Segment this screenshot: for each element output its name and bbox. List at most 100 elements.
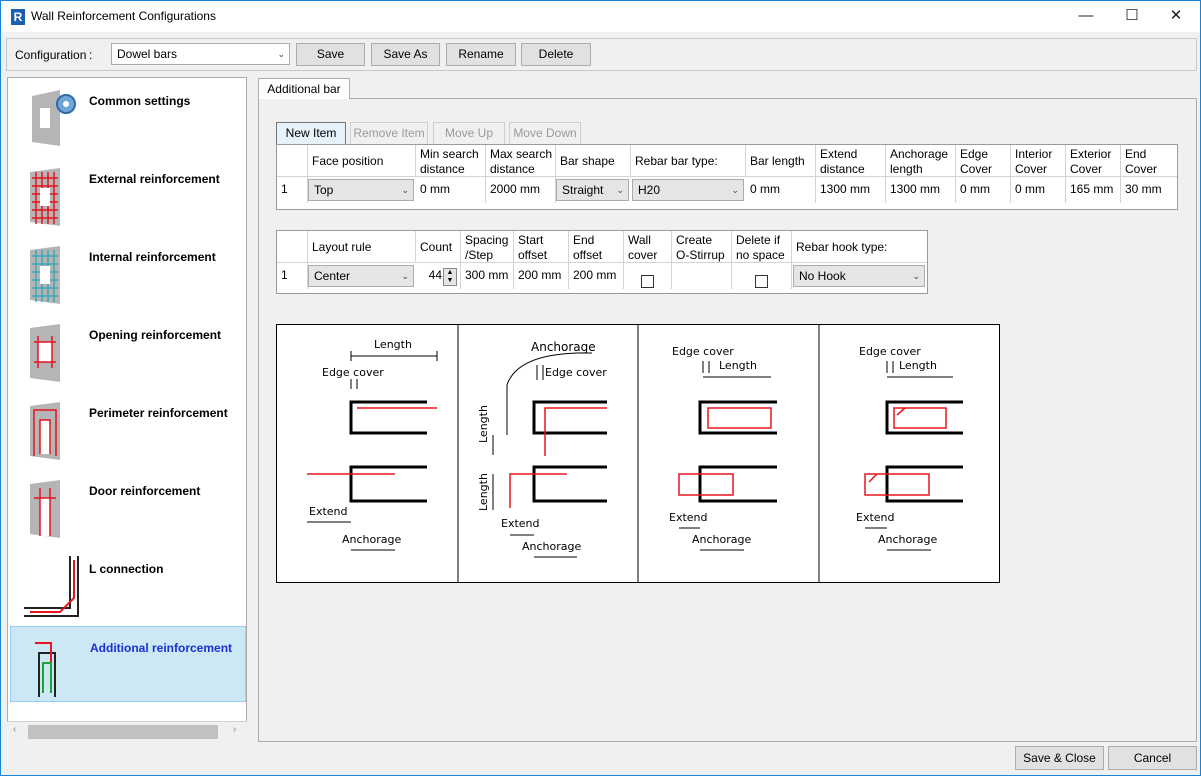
move-down-button[interactable]: Move Down bbox=[509, 122, 581, 145]
delete-button[interactable]: Delete bbox=[521, 43, 591, 66]
p1-edge-cover-label: Edge cover bbox=[322, 366, 384, 379]
end-offset-cell[interactable]: 200 mm bbox=[569, 263, 624, 289]
layout-settings-table: Layout rule Count Spacing /Step Start of… bbox=[276, 230, 928, 294]
chevron-down-icon: ⌄ bbox=[912, 271, 920, 281]
create-o-stirrup-cell bbox=[672, 263, 732, 289]
sidebar-item-label: Door reinforcement bbox=[89, 484, 201, 498]
bar-length-cell[interactable]: 0 mm bbox=[746, 177, 816, 203]
sidebar-item-external-reinforcement[interactable]: External reinforcement bbox=[10, 158, 246, 234]
rename-button[interactable]: Rename bbox=[446, 43, 516, 66]
remove-item-button[interactable]: Remove Item bbox=[350, 122, 428, 145]
count-spin-buttons[interactable]: ▲ ▼ bbox=[443, 268, 457, 286]
revit-app-icon: R bbox=[11, 9, 25, 25]
sidebar-item-label: External reinforcement bbox=[89, 172, 220, 186]
col-edge-cover: Edge Cover bbox=[956, 145, 1011, 177]
sidebar-horizontal-scrollbar[interactable]: ‹ › bbox=[7, 721, 247, 741]
p1-length-label: Length bbox=[374, 338, 412, 351]
p4-edge-cover-label: Edge cover bbox=[859, 345, 921, 358]
close-button[interactable]: ✕ bbox=[1153, 1, 1199, 32]
maximize-button[interactable]: ☐ bbox=[1109, 1, 1155, 32]
scroll-right-icon[interactable]: › bbox=[233, 724, 236, 735]
p4-anchorage-label: Anchorage bbox=[878, 533, 937, 546]
wall-cover-checkbox[interactable] bbox=[641, 275, 654, 288]
sidebar-item-label: Common settings bbox=[89, 94, 191, 108]
count-value: 44 bbox=[428, 268, 442, 282]
minimize-button[interactable]: — bbox=[1063, 1, 1109, 32]
extend-distance-cell[interactable]: 1300 mm bbox=[816, 177, 886, 203]
configuration-dropdown[interactable]: Dowel bars ⌄ bbox=[111, 43, 290, 65]
exterior-cover-cell[interactable]: 165 mm bbox=[1066, 177, 1121, 203]
scroll-left-icon[interactable]: ‹ bbox=[13, 724, 16, 735]
sidebar-item-internal-reinforcement[interactable]: Internal reinforcement bbox=[10, 236, 246, 312]
col-wall-cover: Wall cover bbox=[624, 231, 672, 263]
chevron-down-icon: ⌄ bbox=[401, 185, 409, 195]
face-position-dropdown[interactable]: Top ⌄ bbox=[308, 179, 414, 201]
col-min-search-distance: Min search distance bbox=[416, 145, 486, 177]
edge-cover-cell[interactable]: 0 mm bbox=[956, 177, 1011, 203]
sidebar-item-common-settings[interactable]: Common settings bbox=[10, 80, 246, 156]
cancel-button[interactable]: Cancel bbox=[1108, 746, 1197, 770]
save-button[interactable]: Save bbox=[296, 43, 365, 66]
p3-anchorage-label: Anchorage bbox=[692, 533, 751, 546]
sidebar-item-label: Opening reinforcement bbox=[89, 328, 222, 342]
sidebar-item-additional-reinforcement[interactable]: Additional reinforcement bbox=[10, 626, 246, 702]
p2-length2-label: Length bbox=[477, 473, 490, 511]
col-exterior-cover: Exterior Cover bbox=[1066, 145, 1121, 177]
p1-extend-label: Extend bbox=[309, 505, 348, 518]
sidebar-item-label: Internal reinforcement bbox=[89, 250, 216, 264]
bar-shape-value: Straight bbox=[562, 183, 604, 197]
face-position-value: Top bbox=[314, 183, 334, 197]
col-count: Count bbox=[416, 231, 461, 263]
bar-settings-table: Face position Min search distance Max se… bbox=[276, 144, 1178, 210]
sidebar-item-perimeter-reinforcement[interactable]: Perimeter reinforcement bbox=[10, 392, 246, 468]
rebar-bar-type-dropdown[interactable]: H20 ⌄ bbox=[632, 179, 744, 201]
diagram-drawing: Length Edge cover Extend Anchorage Ancho… bbox=[307, 325, 963, 582]
bar-shape-dropdown[interactable]: Straight ⌄ bbox=[556, 179, 629, 201]
row-header-corner bbox=[277, 231, 308, 263]
start-offset-cell[interactable]: 200 mm bbox=[514, 263, 569, 289]
anchorage-length-cell[interactable]: 1300 mm bbox=[886, 177, 956, 203]
col-create-o-stirrup: Create O-Stirrup bbox=[672, 231, 732, 263]
spacing-step-cell[interactable]: 300 mm bbox=[461, 263, 514, 289]
sidebar-item-l-connection[interactable]: L connection bbox=[10, 548, 246, 624]
delete-if-no-space-checkbox[interactable] bbox=[755, 275, 768, 288]
rebar-bar-type-value: H20 bbox=[638, 183, 661, 197]
interior-cover-cell[interactable]: 0 mm bbox=[1011, 177, 1066, 203]
save-as-button[interactable]: Save As bbox=[371, 43, 440, 66]
col-bar-length: Bar length bbox=[746, 145, 816, 177]
col-layout-rule: Layout rule bbox=[308, 231, 416, 263]
move-up-button[interactable]: Move Up bbox=[433, 122, 505, 145]
p2-edge-cover-label: Edge cover bbox=[545, 366, 607, 379]
chevron-down-icon: ⌄ bbox=[616, 185, 624, 195]
sidebar-item-label: L connection bbox=[89, 562, 164, 576]
sidebar-item-opening-reinforcement[interactable]: Opening reinforcement bbox=[10, 314, 246, 390]
additional-rebar-icon bbox=[35, 642, 56, 697]
rebar-hook-type-dropdown[interactable]: No Hook ⌄ bbox=[793, 265, 925, 287]
window-title: Wall Reinforcement Configurations bbox=[31, 9, 216, 23]
row-header-corner bbox=[277, 145, 308, 177]
row-index: 1 bbox=[277, 263, 308, 289]
p2-anchorage-top-label: Anchorage bbox=[531, 340, 596, 354]
layout-rule-dropdown[interactable]: Center ⌄ bbox=[308, 265, 414, 287]
p4-extend-label: Extend bbox=[856, 511, 895, 524]
min-search-distance-cell[interactable]: 0 mm bbox=[416, 177, 486, 203]
chevron-down-icon: ⌄ bbox=[401, 271, 409, 281]
gear-wall-icon bbox=[32, 90, 76, 146]
end-cover-cell[interactable]: 30 mm bbox=[1121, 177, 1177, 203]
sidebar-item-door-reinforcement[interactable]: Door reinforcement bbox=[10, 470, 246, 546]
internal-mesh-icon bbox=[30, 246, 60, 304]
p2-length1-label: Length bbox=[477, 405, 490, 443]
chevron-down-icon: ⌄ bbox=[731, 185, 739, 195]
sidebar-item-label: Perimeter reinforcement bbox=[89, 406, 228, 420]
layout-rule-value: Center bbox=[314, 269, 351, 283]
new-item-button[interactable]: New Item bbox=[276, 122, 346, 145]
p3-edge-cover-label: Edge cover bbox=[672, 345, 734, 358]
save-close-button[interactable]: Save & Close bbox=[1015, 746, 1104, 770]
tab-additional-bar[interactable]: Additional bar bbox=[258, 78, 350, 99]
max-search-distance-cell[interactable]: 2000 mm bbox=[486, 177, 556, 203]
col-max-search-distance: Max search distance bbox=[486, 145, 556, 177]
scrollbar-thumb[interactable] bbox=[28, 725, 218, 739]
col-end-cover: End Cover bbox=[1121, 145, 1177, 177]
configuration-toolbar: Configuration : Dowel bars ⌄ Save Save A… bbox=[6, 38, 1197, 71]
col-bar-shape: Bar shape bbox=[556, 145, 631, 177]
